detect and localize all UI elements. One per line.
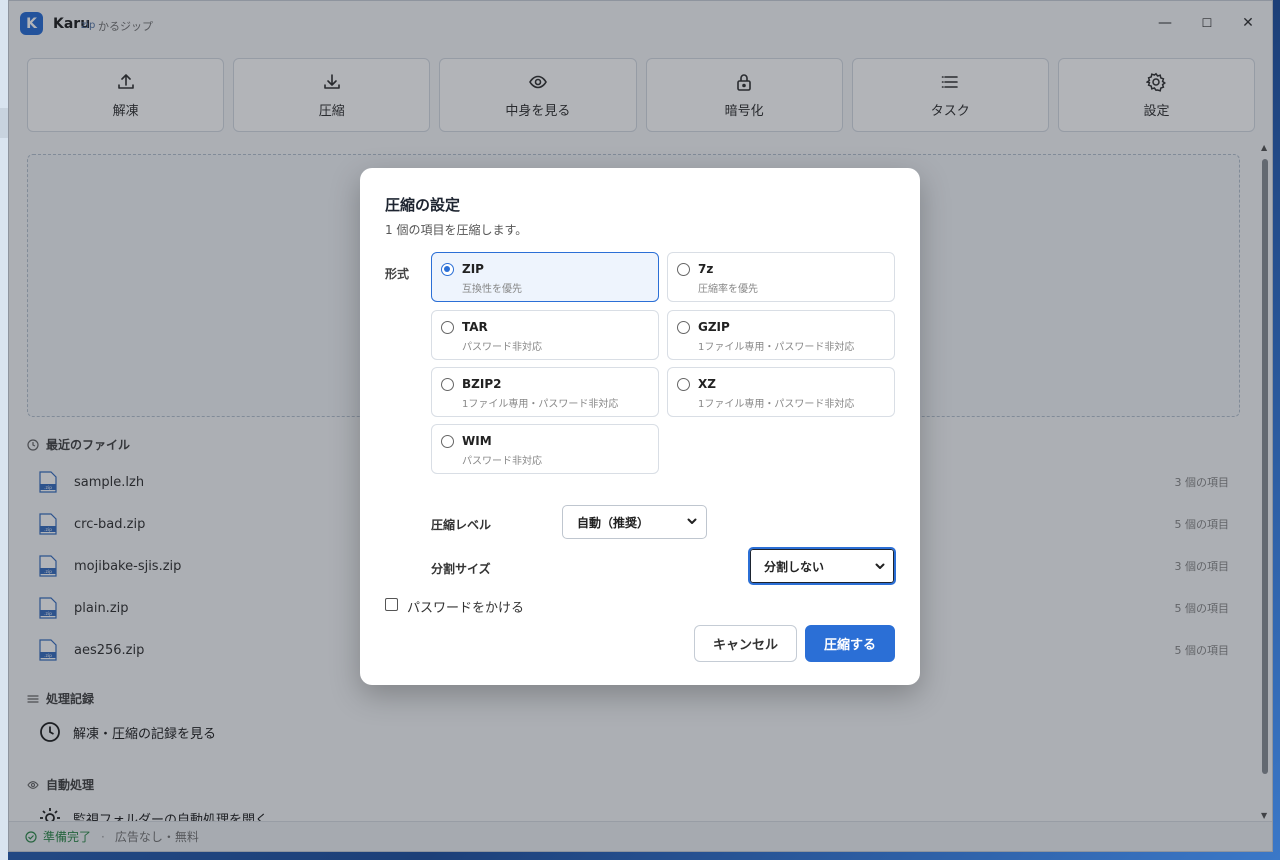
format-name: XZ xyxy=(698,377,716,391)
radio-button[interactable] xyxy=(441,321,454,334)
format-desc: パスワード非対応 xyxy=(462,456,542,467)
radio-button[interactable] xyxy=(677,378,690,391)
format-label: 形式 xyxy=(385,267,410,281)
format-desc: パスワード非対応 xyxy=(462,342,542,353)
format-option-gzip[interactable]: GZIP 1ファイル専用・パスワード非対応 xyxy=(667,310,895,360)
radio-button[interactable] xyxy=(441,263,454,276)
dialog-title: 圧縮の設定 xyxy=(385,196,461,214)
cancel-button[interactable]: キャンセル xyxy=(694,625,797,662)
radio-button[interactable] xyxy=(677,263,690,276)
format-desc: 互換性を優先 xyxy=(462,284,522,295)
password-checkbox-label[interactable]: パスワードをかける xyxy=(407,597,524,616)
radio-button[interactable] xyxy=(441,435,454,448)
format-name: TAR xyxy=(462,320,488,334)
format-option-bzip2[interactable]: BZIP2 1ファイル専用・パスワード非対応 xyxy=(431,367,659,417)
compression-level-label: 圧縮レベル xyxy=(431,518,492,532)
split-size-value: 分割しない xyxy=(764,559,825,574)
compress-settings-dialog: 圧縮の設定 1 個の項目を圧縮します。 形式 ZIP 互換性を優先 7z 圧縮率… xyxy=(360,168,920,685)
format-desc: 圧縮率を優先 xyxy=(698,284,758,295)
format-desc: 1ファイル専用・パスワード非対応 xyxy=(698,399,855,410)
compression-level-value: 自動（推奨） xyxy=(577,515,650,530)
password-checkbox[interactable] xyxy=(385,598,398,611)
desktop-edge xyxy=(0,0,8,860)
format-name: ZIP xyxy=(462,262,484,276)
format-option-xz[interactable]: XZ 1ファイル専用・パスワード非対応 xyxy=(667,367,895,417)
radio-button[interactable] xyxy=(441,378,454,391)
desktop-shortcut-icon xyxy=(0,108,8,138)
compression-level-select[interactable]: 自動（推奨） xyxy=(562,505,707,539)
format-desc: 1ファイル専用・パスワード非対応 xyxy=(462,399,619,410)
format-option-7z[interactable]: 7z 圧縮率を優先 xyxy=(667,252,895,302)
radio-button[interactable] xyxy=(677,321,690,334)
chevron-down-icon xyxy=(687,518,697,524)
format-option-tar[interactable]: TAR パスワード非対応 xyxy=(431,310,659,360)
format-option-zip[interactable]: ZIP 互換性を優先 xyxy=(431,252,659,302)
format-desc: 1ファイル専用・パスワード非対応 xyxy=(698,342,855,353)
compress-confirm-button[interactable]: 圧縮する xyxy=(805,625,895,662)
format-option-wim[interactable]: WIM パスワード非対応 xyxy=(431,424,659,474)
split-size-select[interactable]: 分割しない xyxy=(748,547,896,585)
dialog-subtitle: 1 個の項目を圧縮します。 xyxy=(385,223,528,237)
split-size-label: 分割サイズ xyxy=(431,562,491,576)
format-name: WIM xyxy=(462,434,492,448)
chevron-down-icon xyxy=(875,563,885,569)
format-name: 7z xyxy=(698,262,714,276)
format-name: BZIP2 xyxy=(462,377,502,391)
format-name: GZIP xyxy=(698,320,730,334)
